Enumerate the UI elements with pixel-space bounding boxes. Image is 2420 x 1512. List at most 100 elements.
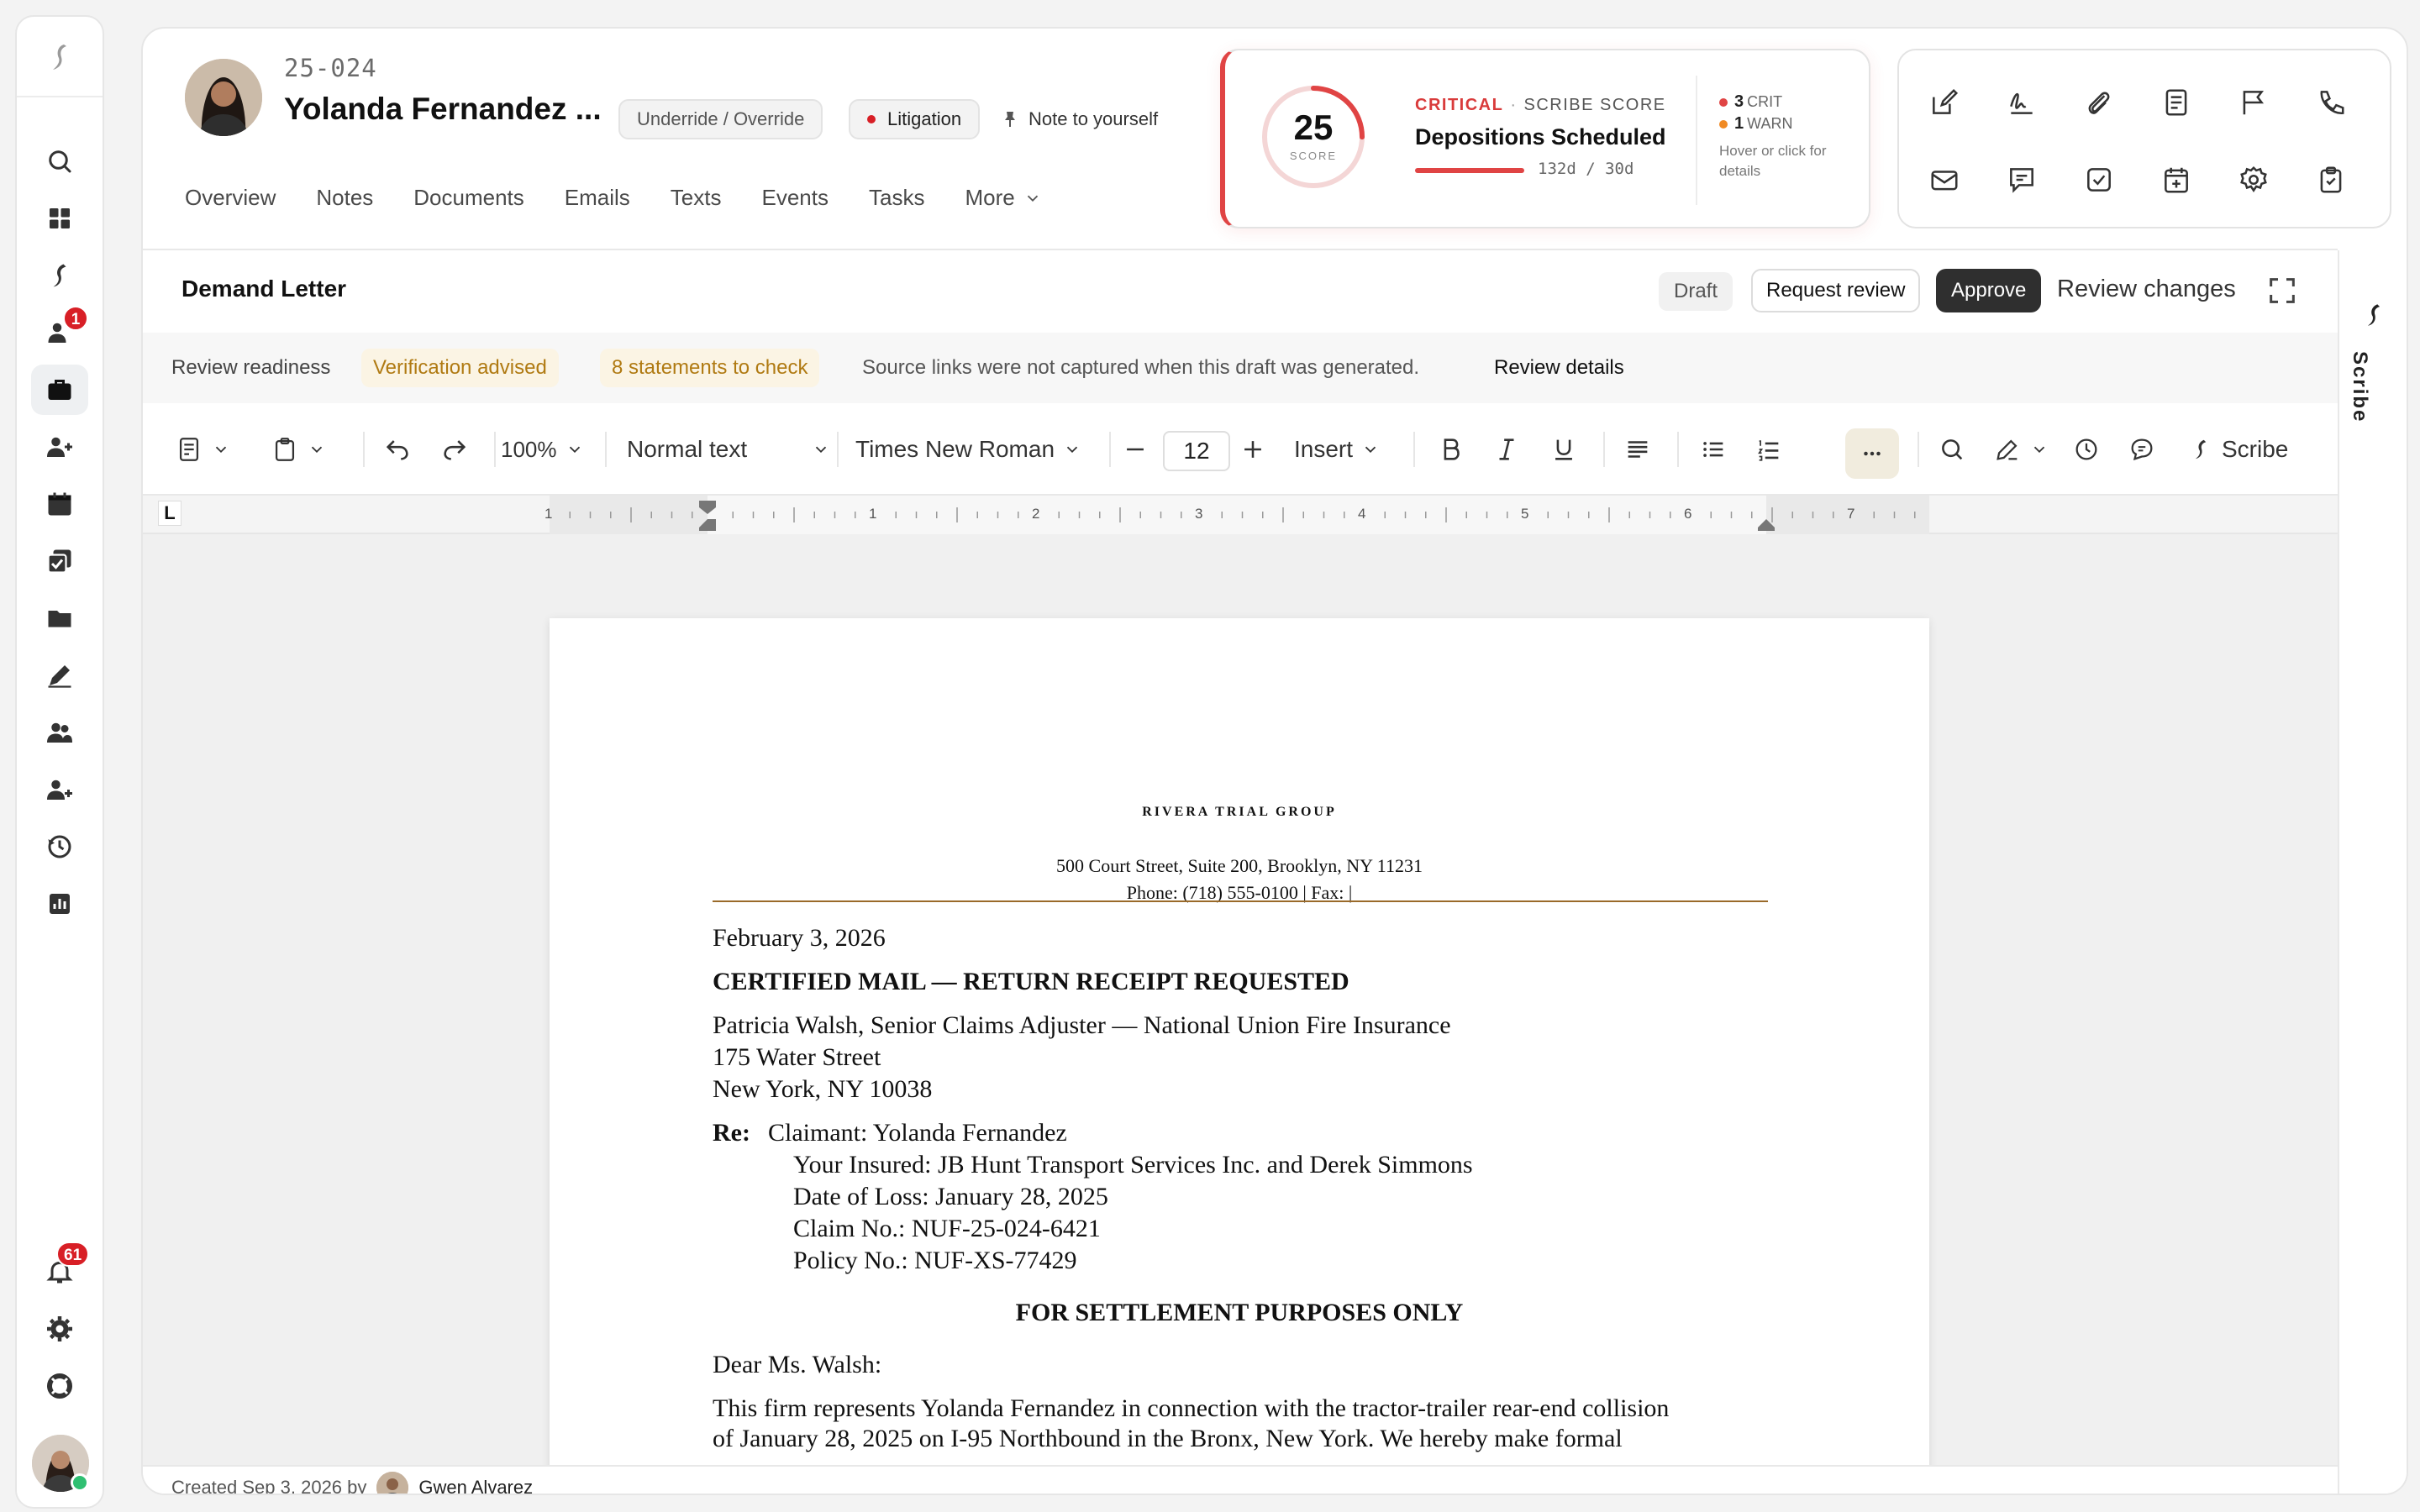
add-event-button[interactable] bbox=[2153, 156, 2200, 203]
signature-button[interactable] bbox=[1998, 79, 2045, 126]
recipient-line-3: New York, NY 10038 bbox=[713, 1075, 933, 1103]
settings-nav[interactable] bbox=[31, 1304, 88, 1354]
bullet-list-button[interactable] bbox=[1699, 403, 1728, 496]
letter-date: February 3, 2026 bbox=[713, 924, 886, 952]
readiness-status: Verification advised bbox=[361, 333, 559, 403]
clipboard-check-icon bbox=[2320, 166, 2342, 193]
toolbar-separator bbox=[837, 432, 839, 467]
increase-font-button[interactable] bbox=[1239, 403, 1267, 496]
scribe-assist-label: Scribe bbox=[2222, 436, 2289, 462]
text-message-button[interactable] bbox=[1998, 156, 2045, 203]
scribe-score-card[interactable]: 25 SCORE CRITICAL · SCRIBE SCORE Depositio… bbox=[1220, 49, 1870, 228]
document-button[interactable] bbox=[2153, 79, 2200, 126]
attach-button[interactable] bbox=[2075, 79, 2123, 126]
edit-button[interactable] bbox=[1921, 79, 1968, 126]
toolbar-separator bbox=[1413, 432, 1415, 467]
statements-count[interactable]: 8 statements to check bbox=[600, 333, 820, 403]
tab-tasks[interactable]: Tasks bbox=[869, 185, 924, 211]
decrease-font-button[interactable] bbox=[1121, 403, 1150, 496]
contacts-nav[interactable] bbox=[31, 707, 88, 758]
dashboard-nav[interactable] bbox=[31, 193, 88, 244]
bold-button[interactable] bbox=[1437, 403, 1465, 496]
pen-tool-icon bbox=[1996, 439, 2018, 460]
warn-count: 1 bbox=[1734, 114, 1744, 133]
checklist-button[interactable] bbox=[2307, 156, 2354, 203]
comments-button[interactable] bbox=[2128, 403, 2156, 496]
draw-menu[interactable] bbox=[1993, 403, 2049, 496]
flag-button[interactable] bbox=[2230, 79, 2277, 126]
font-family-select[interactable]: Times New Roman bbox=[855, 403, 1081, 496]
settlement-heading: FOR SETTLEMENT PURPOSES ONLY bbox=[1015, 1299, 1464, 1326]
case-settings-button[interactable] bbox=[2230, 156, 2277, 203]
notifications-nav[interactable]: 61 bbox=[31, 1242, 90, 1297]
tab-more[interactable]: More bbox=[965, 185, 1041, 211]
version-history-button[interactable] bbox=[2072, 403, 2101, 496]
calendar-nav[interactable] bbox=[31, 479, 88, 529]
text-style-select[interactable]: Normal text bbox=[627, 403, 830, 496]
header-divider bbox=[143, 249, 2338, 250]
note-to-yourself-button[interactable]: Note to yourself bbox=[1000, 99, 1158, 139]
document-canvas[interactable]: RIVERA TRIAL GROUP 500 Court Street, Sui… bbox=[143, 534, 2338, 1465]
chevron-down-icon bbox=[1027, 195, 1038, 202]
tab-overview[interactable]: Overview bbox=[185, 185, 276, 211]
email-button[interactable] bbox=[1921, 156, 1968, 203]
review-details-link[interactable]: Review details bbox=[1494, 333, 1624, 403]
app-logo[interactable] bbox=[17, 17, 103, 97]
pen-icon bbox=[48, 665, 71, 688]
calendar-icon bbox=[48, 492, 71, 516]
underline-button[interactable] bbox=[1549, 403, 1578, 496]
undo-button[interactable] bbox=[383, 403, 412, 496]
main-panel: 25-024 Yolanda Fernandez ... Underride /… bbox=[141, 27, 2408, 1495]
history-nav[interactable] bbox=[31, 822, 88, 872]
files-nav[interactable] bbox=[31, 593, 88, 643]
insert-menu[interactable]: Insert bbox=[1294, 403, 1380, 496]
redo-button[interactable] bbox=[440, 403, 469, 496]
font-size-input[interactable]: 12 bbox=[1163, 431, 1230, 471]
add-task-button[interactable] bbox=[2075, 156, 2123, 203]
font-family-value: Times New Roman bbox=[855, 436, 1055, 462]
clipboard-menu-button[interactable] bbox=[271, 403, 326, 496]
toolbar-separator bbox=[363, 432, 365, 467]
tab-events[interactable]: Events bbox=[761, 185, 829, 211]
client-name[interactable]: Yolanda Fernandez ... bbox=[284, 92, 602, 127]
tab-emails[interactable]: Emails bbox=[565, 185, 630, 211]
warn-dot bbox=[1719, 119, 1728, 129]
more-options-button[interactable] bbox=[1845, 428, 1899, 479]
scribe-side-panel[interactable]: Scribe bbox=[2338, 250, 2407, 1494]
add-contact-nav[interactable] bbox=[31, 422, 88, 472]
scribe-nav[interactable] bbox=[31, 250, 88, 301]
numbered-list-button[interactable] bbox=[1754, 403, 1783, 496]
text-style-value: Normal text bbox=[627, 436, 748, 462]
zoom-select[interactable]: 100% bbox=[501, 403, 584, 496]
reports-nav[interactable] bbox=[31, 879, 88, 929]
fullscreen-icon[interactable] bbox=[2265, 274, 2299, 307]
author-name[interactable]: Gwen Alvarez bbox=[418, 1477, 533, 1494]
align-button[interactable] bbox=[1623, 403, 1652, 496]
gear-icon bbox=[47, 1316, 72, 1341]
tab-documents[interactable]: Documents bbox=[413, 185, 524, 211]
review-changes-button[interactable]: Review changes bbox=[2057, 276, 2236, 303]
status-pill[interactable]: Underride / Override bbox=[618, 99, 823, 139]
document-page[interactable]: RIVERA TRIAL GROUP 500 Court Street, Sui… bbox=[550, 618, 1929, 1465]
approve-button[interactable]: Approve bbox=[1936, 269, 2042, 312]
find-button[interactable] bbox=[1938, 403, 1966, 496]
page-menu-button[interactable] bbox=[175, 403, 230, 496]
toolbar-separator bbox=[1918, 432, 1919, 467]
request-review-button[interactable]: Request review bbox=[1751, 269, 1921, 312]
sign-nav[interactable] bbox=[31, 650, 88, 701]
cases-nav[interactable] bbox=[31, 365, 88, 415]
litigation-pill[interactable]: Litigation bbox=[849, 99, 981, 139]
scribe-assist-button[interactable]: Scribe bbox=[2188, 403, 2288, 496]
italic-button[interactable] bbox=[1492, 403, 1521, 496]
team-nav[interactable] bbox=[31, 764, 88, 815]
scribe-feather-icon bbox=[53, 264, 66, 287]
inbox-nav[interactable]: 1 bbox=[31, 306, 88, 358]
tab-notes[interactable]: Notes bbox=[316, 185, 373, 211]
tasks-nav[interactable] bbox=[31, 536, 88, 586]
lifebuoy-icon bbox=[47, 1373, 72, 1399]
search-nav[interactable] bbox=[31, 136, 88, 186]
flag-icon bbox=[2243, 91, 2265, 115]
call-button[interactable] bbox=[2307, 79, 2354, 126]
tab-texts[interactable]: Texts bbox=[671, 185, 722, 211]
help-nav[interactable] bbox=[31, 1361, 88, 1411]
